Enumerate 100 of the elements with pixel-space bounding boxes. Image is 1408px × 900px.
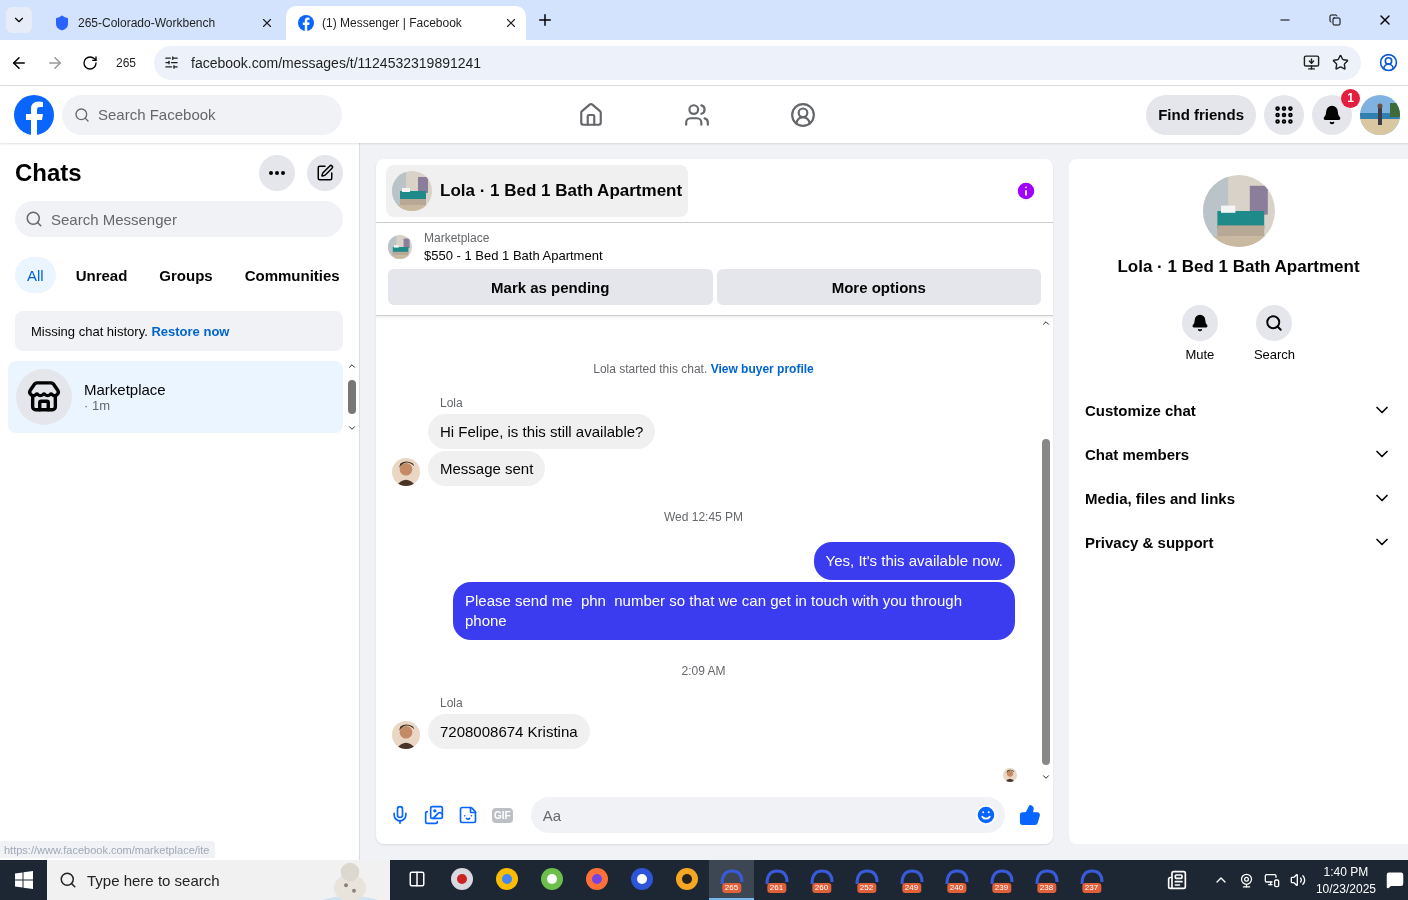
bell-icon (1322, 104, 1342, 125)
search-field[interactable]: Search Messenger (15, 201, 343, 237)
section-header[interactable]: Customize chat (1069, 388, 1408, 432)
volume-icon[interactable] (1289, 872, 1306, 888)
reload-icon[interactable] (82, 54, 98, 71)
grid-icon (1273, 103, 1295, 126)
info-icon[interactable] (1015, 179, 1037, 202)
restore-link[interactable]: Restore now (151, 323, 230, 339)
taskbar-app[interactable]: 240 (934, 860, 979, 900)
message-field[interactable]: Aa (530, 797, 1005, 833)
notification-center-icon[interactable] (1386, 871, 1404, 889)
app-icon[interactable] (539, 867, 564, 891)
filter-tab[interactable]: All (15, 257, 56, 293)
browser-tab[interactable]: 265-Colorado-Workbench (42, 6, 282, 40)
home-icon[interactable] (578, 101, 604, 128)
taskbar-app[interactable]: 261 (754, 860, 799, 900)
listing-source: Marketplace (424, 231, 491, 245)
taskbar-app[interactable]: 239 (979, 860, 1024, 900)
sender-name: Lola (440, 396, 464, 410)
app-icon[interactable] (494, 867, 519, 891)
task-view-icon[interactable] (407, 870, 426, 888)
site-info-icon[interactable] (164, 55, 180, 70)
sticker-icon[interactable] (458, 805, 478, 825)
camera-icon[interactable] (1238, 872, 1254, 888)
timestamp: 2:09 AM (680, 664, 727, 678)
new-tab-icon[interactable] (536, 11, 554, 29)
news-icon[interactable] (1166, 870, 1187, 890)
groups-icon[interactable] (790, 101, 816, 128)
status-url: https://www.facebook.com/marketplace/ite (0, 841, 216, 858)
timestamp: Wed 12:45 PM (662, 510, 745, 524)
taskbar-app[interactable]: 237 (1069, 860, 1114, 900)
tab-list-button[interactable] (6, 7, 32, 33)
taskbar-app[interactable]: 260 (799, 860, 844, 900)
compose-icon (316, 164, 334, 182)
search-icon (1265, 314, 1284, 332)
listing-action-button[interactable]: More options (716, 269, 1041, 305)
facebook-logo-icon[interactable] (298, 15, 314, 31)
section-header[interactable]: Privacy & support (1069, 520, 1408, 564)
taskbar-app[interactable]: 238 (1024, 860, 1069, 900)
taskbar-app[interactable]: 265 (709, 860, 754, 900)
app-icon[interactable] (674, 867, 699, 891)
close-tab-icon[interactable] (260, 16, 274, 30)
filter-tab[interactable]: Groups (147, 257, 225, 293)
search-field[interactable]: Search Facebook (62, 94, 342, 135)
filter-tab[interactable]: Communities (232, 257, 352, 293)
browser-tab[interactable]: (1) Messenger | Facebook (286, 6, 526, 40)
scrollbar-thumb[interactable] (1042, 439, 1050, 765)
close-tab-icon[interactable] (504, 16, 518, 30)
app-icon[interactable] (629, 867, 654, 891)
emoji-icon[interactable] (975, 804, 997, 826)
facebook-logo-icon[interactable] (14, 94, 54, 135)
network-icon[interactable] (1263, 872, 1280, 888)
notifications-button[interactable] (1312, 94, 1352, 135)
chat-name: Marketplace (84, 381, 166, 398)
store-icon (27, 380, 61, 414)
windows-icon[interactable] (14, 871, 33, 889)
taskbar-app[interactable]: 249 (889, 860, 934, 900)
taskbar-app[interactable]: 252 (844, 860, 889, 900)
incoming-message: Message sent (428, 451, 546, 486)
sender-name: Lola (440, 696, 464, 710)
restore-icon[interactable] (1329, 14, 1341, 26)
profile-label: 265 (116, 55, 137, 70)
section-header[interactable]: Chat members (1069, 432, 1408, 476)
profile-icon[interactable] (1379, 53, 1398, 72)
address-bar[interactable]: facebook.com/messages/t/1124532319891241 (154, 45, 1361, 80)
search-icon (74, 106, 90, 123)
ellipsis-icon (269, 171, 285, 175)
chat-time: · 1m (84, 398, 111, 413)
section-header[interactable]: Media, files and links (1069, 476, 1408, 520)
microphone-icon[interactable] (390, 805, 410, 825)
menu-button[interactable] (1264, 94, 1304, 135)
filter-tab[interactable]: Unread (63, 257, 140, 293)
more-button[interactable] (259, 155, 295, 191)
shield-icon (54, 15, 70, 31)
photo-icon[interactable] (424, 805, 444, 825)
buyer-profile-link[interactable]: View buyer profile (710, 362, 814, 376)
clock[interactable]: 1:40 PM 10/23/2025 (1315, 864, 1376, 896)
listing-title: $550 - 1 Bed 1 Bath Apartment (424, 248, 603, 263)
scroll-up-icon[interactable] (1041, 318, 1051, 328)
incoming-message: 7208008674 Kristina (428, 714, 590, 749)
scroll-up-icon[interactable] (347, 361, 357, 371)
notice-text: Missing chat history. Restore now (15, 311, 343, 351)
like-icon[interactable] (1019, 804, 1041, 826)
outgoing-message: Please send me phn number so that we can get in touch with you through phone (453, 582, 1015, 640)
incoming-message: Hi Felipe, is this still available? (428, 414, 656, 449)
search-icon (25, 210, 43, 228)
friends-icon[interactable] (684, 101, 710, 128)
conversation-title[interactable]: Lola · 1 Bed 1 Bath Apartment (386, 164, 689, 217)
chats-title: Chats (15, 159, 83, 187)
find-friends-button[interactable]: Find friends (1146, 94, 1256, 135)
conversation-name: Lola · 1 Bed 1 Bath Apartment (1117, 257, 1360, 277)
notification-badge: 1 (1341, 88, 1360, 108)
scroll-down-icon[interactable] (1041, 772, 1051, 782)
bookmark-icon[interactable] (1332, 54, 1349, 71)
scrollbar-thumb[interactable] (348, 380, 356, 414)
new-message-button[interactable] (307, 155, 343, 191)
app-icon[interactable] (449, 867, 474, 891)
listing-action-button[interactable]: Mark as pending (388, 269, 713, 305)
scroll-down-icon[interactable] (347, 423, 357, 433)
install-icon[interactable] (1303, 54, 1320, 71)
